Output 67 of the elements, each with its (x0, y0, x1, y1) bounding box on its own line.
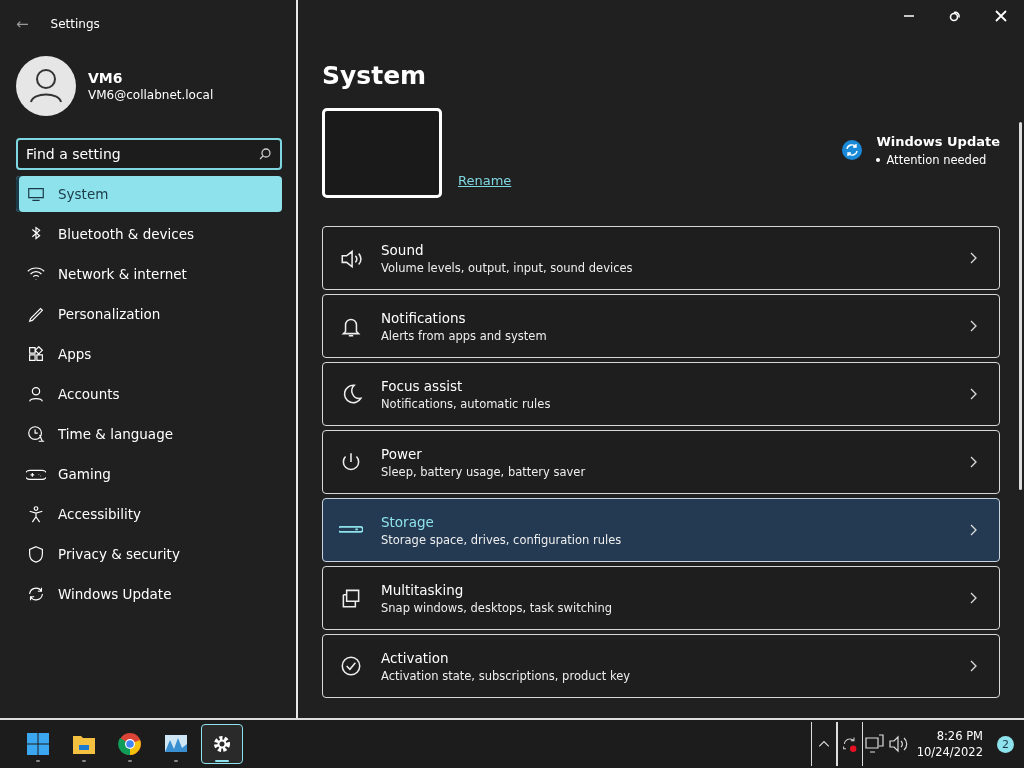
chevron-icon (969, 524, 977, 536)
notification-count[interactable]: 2 (997, 735, 1014, 753)
account-name: VM6 (88, 70, 124, 86)
start-icon (26, 732, 50, 756)
nav-item[interactable]: Apps (16, 336, 282, 372)
nav-item[interactable]: System (16, 176, 282, 212)
scrollbar[interactable] (1019, 122, 1022, 490)
clock-date[interactable]: 10/24/2022 (916, 745, 983, 759)
browser-icon (118, 732, 142, 756)
nav-icon (26, 384, 46, 404)
rename-link[interactable]: Rename (458, 173, 512, 188)
card-title: Sound (381, 241, 425, 258)
settings-card[interactable]: Focus assist Notifications, automatic rules (322, 362, 1000, 426)
card-subtitle: Snap windows, desktops, task switching (381, 600, 614, 615)
nav-icon (26, 344, 46, 364)
search-field[interactable]: Find a setting (16, 138, 282, 170)
nav-item[interactable]: Windows Update (16, 576, 282, 612)
chevron-icon (969, 388, 977, 400)
settings-card[interactable]: Storage Storage space, drives, configuration rules (322, 498, 1000, 562)
nav-item[interactable]: Gaming (16, 456, 282, 492)
chevron-icon (969, 252, 977, 264)
card-title: Activation (381, 649, 450, 666)
clock-time[interactable]: 8:26 PM (936, 729, 983, 743)
nav-icon (26, 544, 46, 564)
card-title: Focus assist (381, 377, 464, 394)
chevron-icon (969, 456, 977, 468)
nav-item[interactable]: Time & language (16, 416, 282, 452)
nav-item[interactable]: Accessibility (16, 496, 282, 532)
nav-icon (26, 424, 46, 444)
nav-item[interactable]: Bluetooth & devices (16, 216, 282, 252)
nav-item[interactable]: Personalization (16, 296, 282, 332)
card-icon (339, 654, 363, 678)
page-title: System (322, 60, 427, 92)
taskbar-button[interactable] (201, 724, 243, 764)
window-title: Settings (50, 17, 100, 31)
nav-item[interactable]: Accounts (16, 376, 282, 412)
nav-item[interactable]: Network & internet (16, 256, 282, 292)
card-subtitle: Alerts from apps and system (381, 328, 548, 343)
settings-card[interactable]: Notifications Alerts from apps and system (322, 294, 1000, 358)
card-title: Storage (381, 513, 435, 530)
settings-card[interactable]: Multitasking Snap windows, desktops, task switching (322, 566, 1000, 630)
card-subtitle: Volume levels, output, input, sound devices (381, 260, 634, 275)
chevron-up-icon[interactable] (810, 722, 837, 766)
chevron-icon (969, 660, 977, 672)
back-button[interactable]: ← (16, 15, 29, 33)
avatar-icon (16, 56, 76, 116)
card-title: Power (381, 445, 423, 462)
settings-card[interactable]: Sound Volume levels, output, input, sound devices (322, 226, 1000, 290)
settings-card[interactable]: Activation Activation state, subscriptions, product key (322, 634, 1000, 698)
chevron-icon (969, 592, 977, 604)
card-subtitle: Notifications, automatic rules (381, 396, 552, 411)
nav-icon (26, 584, 46, 604)
settings-card[interactable]: Power Sleep, battery usage, battery saver (322, 430, 1000, 494)
nav-item[interactable]: Privacy & security (16, 536, 282, 572)
account-email: VM6@collabnet.local (88, 88, 214, 102)
card-subtitle: Activation state, subscriptions, product key (381, 668, 632, 683)
sync-alert-icon[interactable] (836, 722, 863, 766)
chevron-icon (969, 320, 977, 332)
sync-icon (842, 140, 863, 160)
card-subtitle: Storage space, drives, configuration rules (381, 532, 623, 547)
card-subtitle: Sleep, battery usage, battery saver (381, 464, 587, 479)
card-icon (339, 525, 363, 535)
card-title: Notifications (381, 309, 467, 326)
update-status: Attention needed (876, 153, 1000, 167)
update-title: Windows Update (876, 134, 1000, 149)
card-title: Multitasking (381, 581, 465, 598)
search-icon (258, 147, 272, 161)
